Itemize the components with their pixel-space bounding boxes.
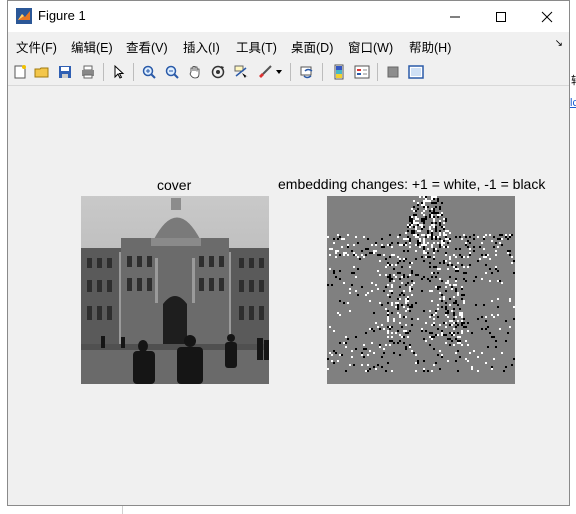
menu-help[interactable]: 帮助(H) xyxy=(409,37,451,56)
zoom-out-icon[interactable] xyxy=(163,63,181,81)
menu-desktop[interactable]: 桌面(D) xyxy=(291,37,333,56)
maximize-button[interactable] xyxy=(478,1,524,32)
figure-toolbar xyxy=(8,59,569,86)
menu-view[interactable]: 查看(V) xyxy=(126,37,168,56)
menu-edit[interactable]: 编辑(E) xyxy=(71,37,113,56)
left-axes-title: cover xyxy=(157,177,192,193)
background-window-text: 转 xyxy=(571,72,576,88)
right-axes-title: embedding changes: +1 = white, -1 = blac… xyxy=(278,176,546,192)
menu-tools[interactable]: 工具(T) xyxy=(236,37,277,56)
title-bar[interactable]: Figure 1 xyxy=(8,1,569,32)
background-window-link[interactable]: lc xyxy=(570,97,576,109)
menu-file[interactable]: 文件(F) xyxy=(16,37,57,56)
edit-plot-icon[interactable] xyxy=(110,63,128,81)
figure-window: Figure 1 文件(F) 编辑(E) 查看(V) 插入(I) 工具(T) 桌… xyxy=(7,0,570,506)
show-plot-tools-icon[interactable] xyxy=(407,63,425,81)
menu-bar: 文件(F) 编辑(E) 查看(V) 插入(I) 工具(T) 桌面(D) 窗口(W… xyxy=(8,34,569,56)
maximize-icon xyxy=(496,11,506,22)
cover-image xyxy=(81,196,269,384)
zoom-in-icon[interactable] xyxy=(140,63,158,81)
divider xyxy=(122,506,123,514)
save-icon[interactable] xyxy=(56,63,74,81)
bottom-strip xyxy=(7,506,570,514)
minimize-button[interactable] xyxy=(432,1,478,32)
menu-dock-arrow-icon[interactable]: ↘ xyxy=(555,38,563,49)
menu-insert[interactable]: 插入(I) xyxy=(183,37,220,56)
pan-icon[interactable] xyxy=(186,63,204,81)
data-cursor-icon[interactable] xyxy=(232,63,250,81)
print-icon[interactable] xyxy=(79,63,97,81)
colorbar-icon[interactable] xyxy=(330,63,348,81)
matlab-icon xyxy=(16,8,32,24)
close-icon xyxy=(541,11,553,22)
legend-icon[interactable] xyxy=(353,63,371,81)
brush-icon[interactable] xyxy=(256,63,274,81)
menu-window[interactable]: 窗口(W) xyxy=(348,37,393,56)
close-button[interactable] xyxy=(524,1,570,32)
embedding-changes-image xyxy=(327,196,515,384)
minimize-icon xyxy=(450,16,460,17)
brush-dropdown-icon[interactable] xyxy=(274,63,284,81)
open-file-icon[interactable] xyxy=(33,63,51,81)
hide-plot-tools-icon[interactable] xyxy=(384,63,402,81)
link-plot-icon[interactable] xyxy=(298,63,316,81)
new-figure-icon[interactable] xyxy=(11,63,29,81)
rotate-3d-icon[interactable] xyxy=(209,63,227,81)
window-title: Figure 1 xyxy=(38,8,86,23)
